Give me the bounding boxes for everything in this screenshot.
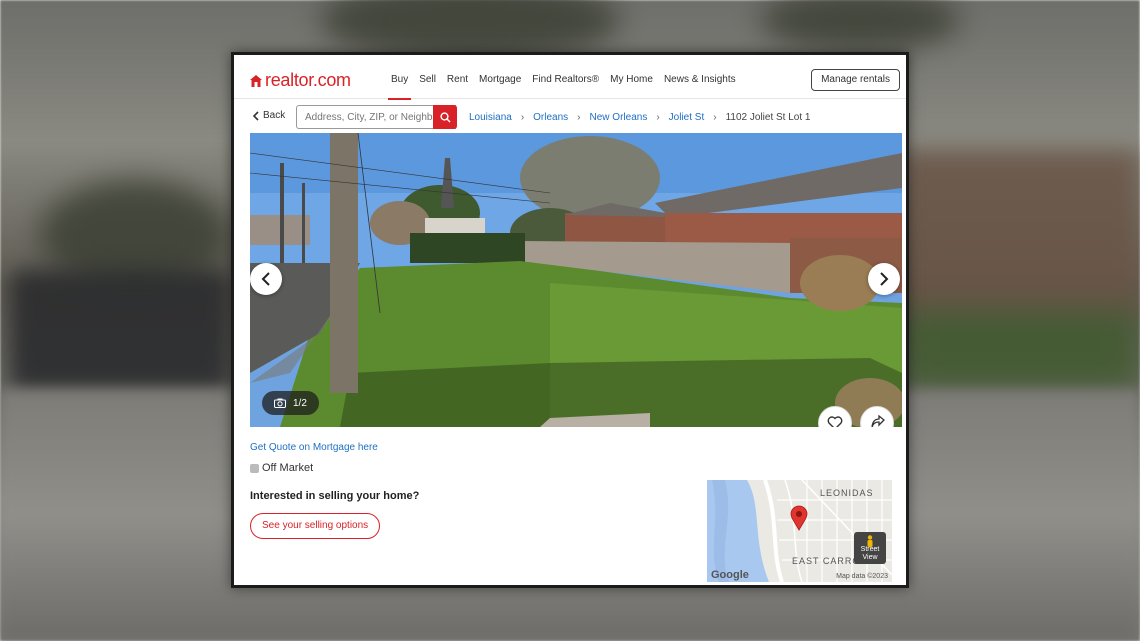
previous-photo-button[interactable] <box>250 263 282 295</box>
search-button[interactable] <box>433 105 457 129</box>
street-view-label: Street View <box>860 546 880 561</box>
map-attribution: Map data ©2023 <box>836 573 888 580</box>
status-indicator <box>250 463 259 473</box>
breadcrumb-separator: › <box>520 112 525 123</box>
photo-counter-text: 1/2 <box>293 397 307 409</box>
breadcrumb: Louisiana › Orleans › New Orleans › Joli… <box>469 112 810 123</box>
next-photo-button[interactable] <box>868 263 900 295</box>
selling-question: Interested in selling your home? <box>250 490 420 502</box>
realtor-logo[interactable]: realtor.com <box>250 70 351 91</box>
search-breadcrumb-bar: Back Louisiana › Orleans › New Orleans ›… <box>234 100 906 134</box>
breadcrumb-louisiana[interactable]: Louisiana <box>469 112 512 123</box>
camera-icon <box>274 398 286 408</box>
nav-mortgage[interactable]: Mortgage <box>479 74 521 85</box>
nav-sell[interactable]: Sell <box>419 74 436 85</box>
main-nav: Buy Sell Rent Mortgage Find Realtors® My… <box>387 74 736 100</box>
heart-icon <box>827 416 843 427</box>
browser-window: realtor.com Buy Sell Rent Mortgage Find … <box>231 52 909 588</box>
back-label: Back <box>263 110 286 121</box>
site-header: realtor.com Buy Sell Rent Mortgage Find … <box>234 55 906 100</box>
logo-text: realtor.com <box>265 70 351 90</box>
nav-news-insights[interactable]: News & Insights <box>664 74 736 85</box>
breadcrumb-separator: › <box>577 112 581 123</box>
map-label-east-carrollton: EAST CARRO <box>792 556 861 566</box>
breadcrumb-joliet-st[interactable]: Joliet St <box>669 112 705 123</box>
breadcrumb-orleans[interactable]: Orleans <box>533 112 568 123</box>
chevron-left-icon <box>252 110 259 121</box>
photo-counter[interactable]: 1/2 <box>262 391 319 415</box>
photo-scene <box>250 133 902 427</box>
location-map[interactable]: LEONIDAS EAST CARRO Street View Google M… <box>707 480 892 582</box>
back-button[interactable]: Back <box>252 110 285 121</box>
listing-photo[interactable]: 1/2 <box>250 133 902 427</box>
breadcrumb-separator: › <box>656 112 660 123</box>
breadcrumb-current: 1102 Joliet St Lot 1 <box>725 112 811 123</box>
selling-options-button[interactable]: See your selling options <box>250 513 381 539</box>
search-icon <box>439 111 451 123</box>
status-text: Off Market <box>262 462 314 474</box>
listing-status: Off Market <box>250 462 313 474</box>
nav-my-home[interactable]: My Home <box>610 74 653 85</box>
search-input[interactable] <box>296 105 456 129</box>
share-icon <box>871 415 885 427</box>
map-pin-icon <box>790 505 808 531</box>
google-logo: Google <box>711 569 749 581</box>
house-logo-icon <box>250 74 262 87</box>
breadcrumb-separator: › <box>713 112 717 123</box>
manage-rentals-button[interactable]: Manage rentals <box>811 69 900 91</box>
street-view-button[interactable]: Street View <box>854 532 886 564</box>
breadcrumb-new-orleans[interactable]: New Orleans <box>590 112 648 123</box>
map-label-leonidas: LEONIDAS <box>820 488 874 498</box>
nav-buy[interactable]: Buy <box>387 74 412 100</box>
nav-rent[interactable]: Rent <box>447 74 468 85</box>
nav-find-realtors[interactable]: Find Realtors® <box>532 74 599 85</box>
chevron-left-icon <box>261 272 270 286</box>
mortgage-quote-link[interactable]: Get Quote on Mortgage here <box>250 442 378 453</box>
pegman-icon <box>867 535 873 547</box>
chevron-right-icon <box>880 272 889 286</box>
